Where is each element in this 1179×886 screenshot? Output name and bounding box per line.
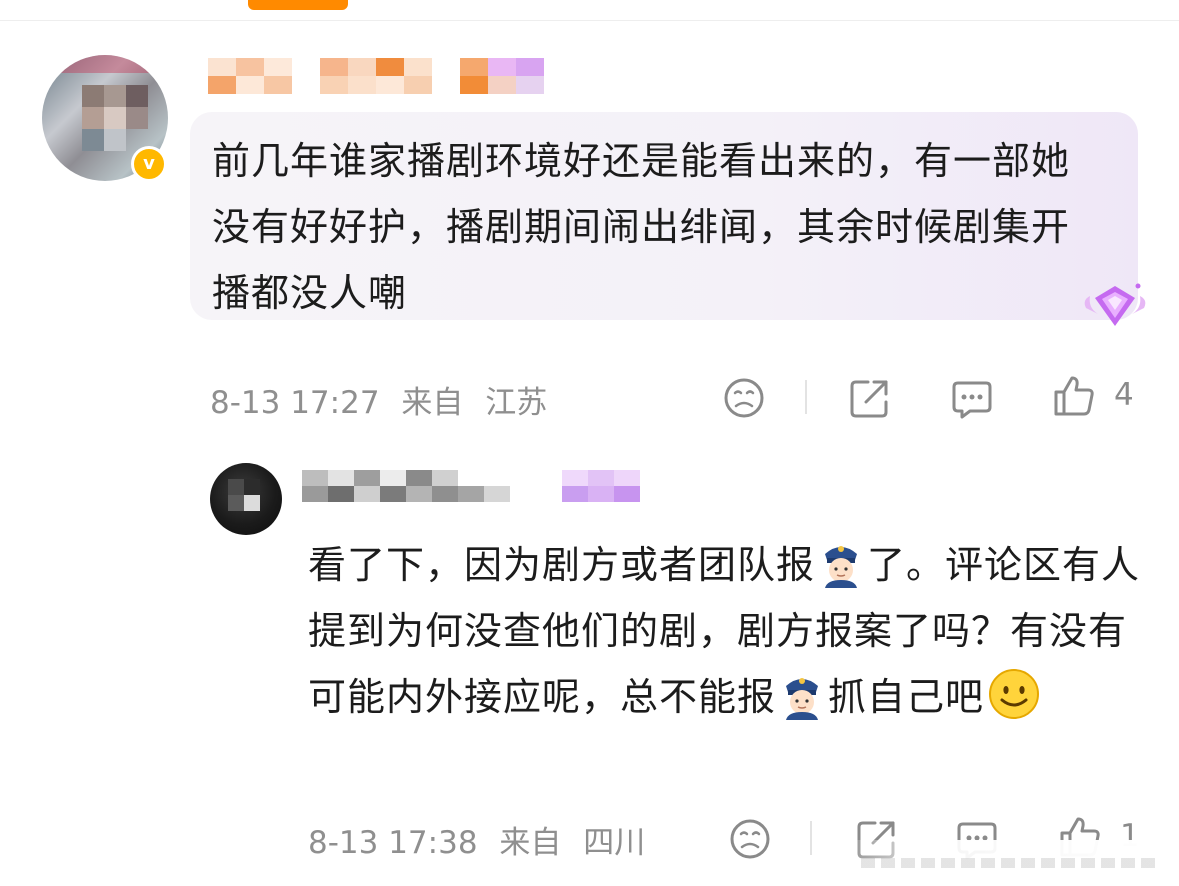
sad-face-icon (724, 378, 764, 418)
tab-indicator (248, 0, 348, 10)
like-button[interactable] (1052, 374, 1096, 418)
reply-meta: 8-13 17:38 来自 四川 (308, 817, 645, 862)
police-officer-emoji (825, 546, 858, 588)
verified-badge-icon: v (131, 146, 167, 182)
gem-badge-icon (1084, 283, 1146, 326)
watermark-mark (861, 858, 1161, 868)
sad-face-icon (730, 819, 770, 859)
source-prefix: 来自 (401, 385, 464, 421)
reply-text-part: 看了下，因为剧方或者团队报 (308, 543, 816, 587)
share-icon (850, 380, 888, 418)
comment-text: 前几年谁家播剧环境好还是能看出来的，有一部她没有好好护，播剧期间闹出绯闻，其余时… (212, 139, 1071, 315)
comment-location: 江苏 (485, 385, 548, 421)
comment-meta: 8-13 17:27 来自 江苏 (210, 377, 547, 422)
police-officer-emoji (786, 678, 819, 720)
action-divider (810, 821, 812, 855)
comment-date: 8-13 17:27 (210, 385, 380, 421)
dislike-button[interactable] (722, 376, 766, 420)
comment-icon (952, 381, 992, 419)
top-divider (0, 20, 1179, 21)
reply-button[interactable] (950, 377, 994, 421)
action-divider (805, 380, 807, 414)
reply-text: 看了下，因为剧方或者团队报 了。评论区有人提到为何没查他们的剧，剧方报案了吗？有… (308, 532, 1148, 730)
username-redacted[interactable] (208, 58, 544, 94)
username-redacted[interactable] (302, 470, 666, 502)
source-prefix: 来自 (499, 825, 562, 861)
thumbs-up-icon (1054, 376, 1094, 416)
share-button[interactable] (848, 376, 892, 420)
comment-date: 8-13 17:38 (308, 825, 478, 861)
smile-emoji (989, 669, 1040, 719)
reply-text-part: 抓自己吧 (828, 675, 985, 719)
dislike-button[interactable] (728, 817, 772, 861)
avatar[interactable] (210, 463, 282, 535)
comment-location: 四川 (583, 825, 646, 861)
like-count: 4 (1114, 377, 1134, 413)
